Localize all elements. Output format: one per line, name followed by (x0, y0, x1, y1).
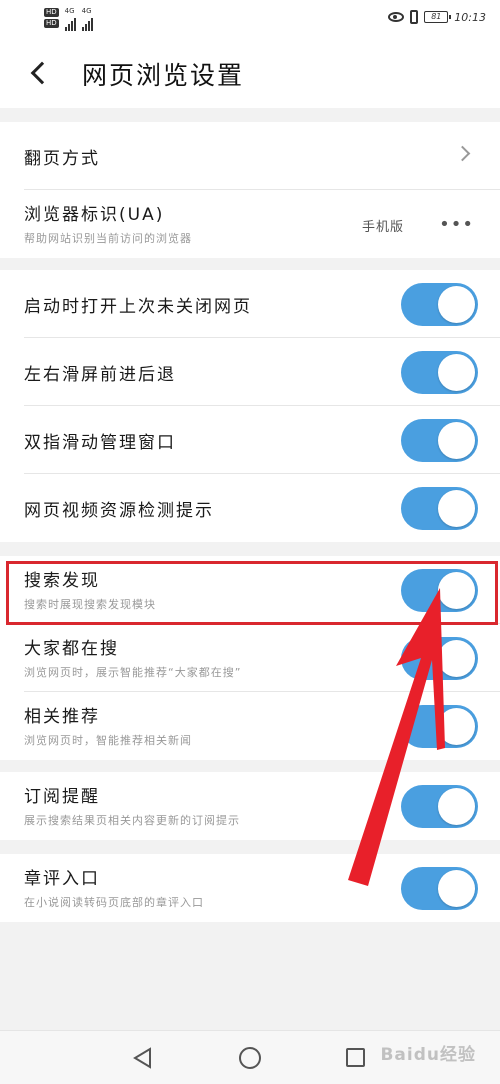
related-recommend-row: 相关推荐 浏览网页时，智能推荐相关新闻 (24, 692, 500, 760)
hd-badge-1: HD (44, 8, 59, 17)
subscribe-reminder-toggle[interactable] (401, 785, 478, 828)
signal-bars-1-icon (64, 15, 76, 31)
settings-group-comments: 章评入口 在小说阅读转码页底部的章评入口 (0, 854, 500, 922)
hd-badge-2: HD (44, 19, 59, 28)
chevron-right-icon (454, 145, 471, 162)
page-turn-label: 翻页方式 (24, 149, 100, 169)
subscribe-reminder-row: 订阅提醒 展示搜索结果页相关内容更新的订阅提示 (24, 772, 500, 840)
search-discover-row: 搜索发现 搜索时展现搜索发现模块 (24, 556, 500, 624)
signal-1: 4G (64, 7, 76, 31)
trending-search-label: 大家都在搜 (24, 639, 119, 659)
status-time: 10:13 (454, 10, 486, 24)
user-agent-sub: 帮助网站识别当前访问的浏览器 (24, 232, 192, 245)
user-agent-row[interactable]: 浏览器标识(UA) 帮助网站识别当前访问的浏览器 手机版 ••• (24, 190, 500, 258)
two-finger-row: 双指滑动管理窗口 (24, 406, 500, 474)
toggle-knob (438, 640, 475, 677)
page-turn-row[interactable]: 翻页方式 (24, 122, 500, 190)
video-detect-label: 网页视频资源检测提示 (24, 501, 214, 521)
more-options-icon[interactable]: ••• (439, 214, 474, 235)
two-finger-toggle[interactable] (401, 419, 478, 462)
hd-badges: HD HD (44, 8, 59, 28)
search-discover-sub: 搜索时展现搜索发现模块 (24, 598, 156, 611)
restore-tabs-toggle[interactable] (401, 283, 478, 326)
swipe-nav-label: 左右滑屏前进后退 (24, 365, 176, 385)
settings-group-subscribe: 订阅提醒 展示搜索结果页相关内容更新的订阅提示 (0, 772, 500, 840)
eye-comfort-icon (388, 12, 405, 22)
page-title: 网页浏览设置 (82, 61, 245, 90)
chapter-comment-toggle[interactable] (401, 867, 478, 910)
subscribe-reminder-label: 订阅提醒 (24, 787, 100, 807)
toggle-knob (438, 708, 475, 745)
network-type-1: 4G (64, 7, 75, 15)
chapter-comment-label: 章评入口 (24, 869, 100, 889)
toggle-knob (438, 870, 475, 907)
swipe-nav-row: 左右滑屏前进后退 (24, 338, 500, 406)
related-recommend-label: 相关推荐 (24, 707, 100, 727)
video-detect-row: 网页视频资源检测提示 (24, 474, 500, 542)
swipe-nav-toggle[interactable] (401, 351, 478, 394)
settings-group-search: 搜索发现 搜索时展现搜索发现模块 大家都在搜 浏览网页时，展示智能推荐“大家都在… (0, 556, 500, 760)
toggle-knob (438, 572, 475, 609)
restore-tabs-row: 启动时打开上次未关闭网页 (24, 270, 500, 338)
toggle-knob (438, 490, 475, 527)
chapter-comment-sub: 在小说阅读转码页底部的章评入口 (24, 896, 204, 909)
watermark: Baidu经验 (380, 1045, 476, 1065)
toggle-knob (438, 422, 475, 459)
vibrate-icon (410, 10, 419, 24)
nav-home-icon[interactable] (239, 1047, 261, 1069)
related-recommend-sub: 浏览网页时，智能推荐相关新闻 (24, 734, 192, 747)
settings-group-gestures: 启动时打开上次未关闭网页 左右滑屏前进后退 双指滑动管理窗口 网页视频资源检测提… (0, 270, 500, 542)
signal-2: 4G (81, 7, 93, 31)
user-agent-label: 浏览器标识(UA) (24, 205, 165, 225)
network-type-2: 4G (81, 7, 92, 15)
back-arrow-icon[interactable] (26, 58, 56, 88)
toggle-knob (438, 286, 475, 323)
battery-level: 81 (431, 12, 442, 21)
toggle-knob (438, 354, 475, 391)
trending-search-row: 大家都在搜 浏览网页时，展示智能推荐“大家都在搜” (24, 624, 500, 692)
trending-search-toggle[interactable] (401, 637, 478, 680)
video-detect-toggle[interactable] (401, 487, 478, 530)
nav-recents-icon[interactable] (346, 1048, 365, 1067)
chapter-comment-row: 章评入口 在小说阅读转码页底部的章评入口 (24, 854, 500, 922)
two-finger-label: 双指滑动管理窗口 (24, 433, 176, 453)
subscribe-reminder-sub: 展示搜索结果页相关内容更新的订阅提示 (24, 814, 240, 827)
settings-group-navigation: 翻页方式 浏览器标识(UA) 帮助网站识别当前访问的浏览器 手机版 ••• (0, 122, 500, 258)
title-bar: 网页浏览设置 (0, 38, 500, 108)
restore-tabs-label: 启动时打开上次未关闭网页 (24, 297, 252, 317)
status-right: 81 10:13 (388, 10, 486, 24)
battery-icon: 81 (424, 11, 452, 23)
trending-search-sub: 浏览网页时，展示智能推荐“大家都在搜” (24, 666, 242, 679)
toggle-knob (438, 788, 475, 825)
related-recommend-toggle[interactable] (401, 705, 478, 748)
status-bar: HD HD 4G 4G 81 10:13 (0, 0, 500, 38)
user-agent-value: 手机版 (361, 220, 404, 235)
search-discover-toggle[interactable] (401, 569, 478, 612)
search-discover-label: 搜索发现 (24, 571, 100, 591)
status-left: HD HD 4G 4G (44, 8, 93, 31)
nav-back-icon[interactable] (132, 1047, 154, 1069)
signal-bars-2-icon (81, 15, 93, 31)
